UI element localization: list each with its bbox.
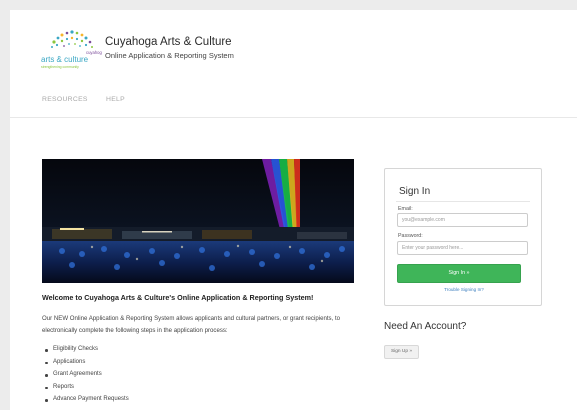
welcome-heading: Welcome to Cuyahoga Arts & Culture's Onl… xyxy=(42,293,314,302)
list-item: Advance Payment Requests xyxy=(42,396,129,409)
password-field[interactable] xyxy=(397,241,528,255)
brand-title: Cuyahoga Arts & Culture xyxy=(105,36,232,48)
list-item: Eligibility Checks xyxy=(42,346,129,359)
list-item: Applications xyxy=(42,359,129,372)
brand-subtitle: Online Application & Reporting System xyxy=(105,51,234,60)
intro-paragraph: Our NEW Online Application & Reporting S… xyxy=(42,315,341,334)
signup-button[interactable]: Sign Up » xyxy=(384,345,419,359)
logo-text-main: arts & culture xyxy=(41,55,89,64)
signin-title: Sign In xyxy=(399,186,431,197)
logo-text-tag: strengthening community xyxy=(41,65,79,69)
signin-panel: Sign In Email: Password: Sign In » Troub… xyxy=(384,168,542,306)
hero-photo xyxy=(42,159,354,283)
signin-button[interactable]: Sign In » xyxy=(397,264,521,283)
need-account-heading: Need An Account? xyxy=(384,321,467,332)
password-label: Password: xyxy=(398,233,423,239)
logo-sparkle-icon xyxy=(51,30,93,48)
site-header: cuyahoga arts & culture strengthening co… xyxy=(10,10,577,118)
divider xyxy=(396,201,530,202)
cuyahoga-arts-culture-logo[interactable]: cuyahoga arts & culture strengthening co… xyxy=(40,28,102,72)
trouble-signing-in-link[interactable]: Trouble Signing In? xyxy=(385,287,543,292)
list-item: Reports xyxy=(42,384,129,397)
list-item: Grant Agreements xyxy=(42,371,129,384)
nav-help[interactable]: HELP xyxy=(106,96,125,103)
email-field[interactable] xyxy=(397,213,528,227)
nav-resources[interactable]: RESOURCES xyxy=(42,96,88,103)
email-label: Email: xyxy=(398,206,413,212)
steps-list: Eligibility Checks Applications Grant Ag… xyxy=(42,346,129,409)
logo-text-top: cuyahoga xyxy=(86,50,102,55)
